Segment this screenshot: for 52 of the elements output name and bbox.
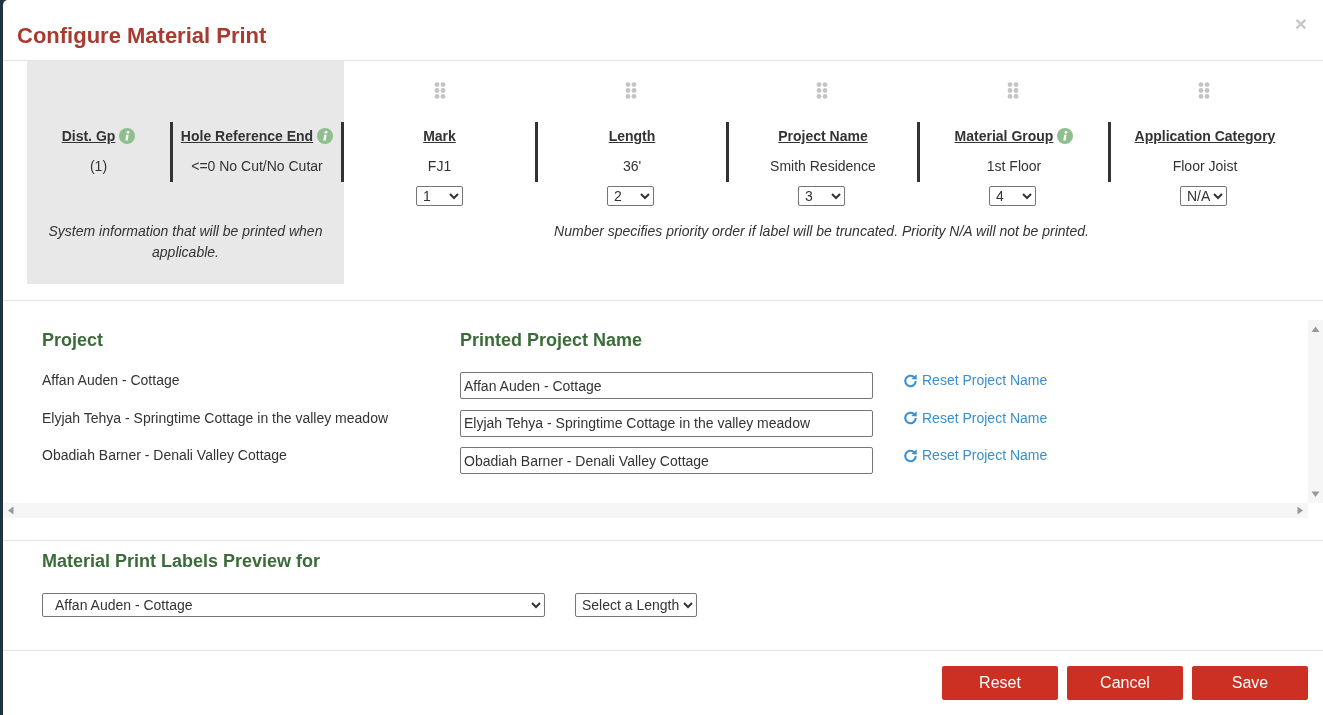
column-value: Smith Residence <box>770 157 876 176</box>
drag-handle-icon[interactable] <box>815 82 828 99</box>
priority-select[interactable]: 4 <box>989 186 1036 206</box>
column-value: (1) <box>89 157 108 176</box>
project-name: Elyjah Tehya - Springtime Cottage in the valley meadow <box>42 408 390 427</box>
info-icon[interactable] <box>119 128 136 144</box>
priority-select[interactable]: 2 <box>607 186 654 206</box>
priority-select[interactable]: 3 <box>798 186 845 206</box>
refresh-icon <box>903 372 918 388</box>
column-value: <=0 No Cut/No Cutar <box>191 157 323 176</box>
dialog-title: Configure Material Print <box>17 22 267 49</box>
column-heading: Dist. Gp <box>61 127 116 146</box>
info-icon[interactable] <box>1057 128 1074 144</box>
dialog-button[interactable]: Save <box>1192 666 1308 700</box>
column-heading: Material Group <box>954 127 1054 146</box>
column-value: Floor Joist <box>1172 157 1238 176</box>
column-value: FJ1 <box>427 157 452 176</box>
column-value: 36' <box>622 157 642 176</box>
column-heading: Application Category <box>1134 127 1276 146</box>
printed-name-field[interactable]: Affan Auden - Cottage <box>460 372 873 399</box>
section-heading: Material Print Labels Preview for <box>42 550 322 572</box>
reset-project-name-link[interactable]: Reset Project Name <box>903 408 1048 427</box>
refresh-icon <box>903 447 918 463</box>
project-name: Affan Auden - Cottage <box>42 371 181 389</box>
drag-handle-icon[interactable] <box>624 82 637 99</box>
dialog-button[interactable]: Reset <box>942 666 1058 700</box>
vertical-scrollbar[interactable] <box>1308 320 1323 503</box>
printed-name-field[interactable]: Obadiah Barner - Denali Valley Cottage <box>460 447 873 474</box>
priority-select[interactable]: N/A <box>1180 186 1227 206</box>
column-heading: Hole Reference End <box>180 127 314 146</box>
printed-name-field[interactable]: Elyjah Tehya - Springtime Cottage in the valley meadow <box>460 409 873 437</box>
column-heading: Length <box>608 127 656 146</box>
drag-handle-icon[interactable] <box>1006 82 1019 99</box>
drag-handle-icon[interactable] <box>433 82 446 99</box>
priority-select[interactable]: 1 <box>416 186 463 206</box>
section-heading: Printed Project Name <box>460 329 643 351</box>
column-heading: Mark <box>423 127 456 146</box>
info-icon[interactable] <box>317 128 334 144</box>
column-value: 1st Floor <box>986 157 1042 176</box>
system-info-note: System information that will be printed when applicable. <box>47 222 324 262</box>
dialog-button[interactable]: Cancel <box>1067 666 1183 700</box>
section-heading: Project <box>42 329 105 351</box>
priority-note: Number specifies priority order if label will be truncated. Priority N/A will not be printed. <box>553 222 1090 241</box>
drag-handle-icon[interactable] <box>1197 82 1210 99</box>
reset-project-name-link[interactable]: Reset Project Name <box>903 371 1048 389</box>
refresh-icon <box>903 410 918 425</box>
project-name: Obadiah Barner - Denali Valley Cottage <box>42 446 288 464</box>
project-select[interactable]: Affan Auden - Cottage <box>42 593 545 617</box>
column-heading: Project Name <box>778 127 868 146</box>
reset-project-name-link[interactable]: Reset Project Name <box>903 446 1048 464</box>
horizontal-scrollbar[interactable] <box>3 503 1308 518</box>
length-select[interactable]: Select a Length <box>575 593 697 617</box>
